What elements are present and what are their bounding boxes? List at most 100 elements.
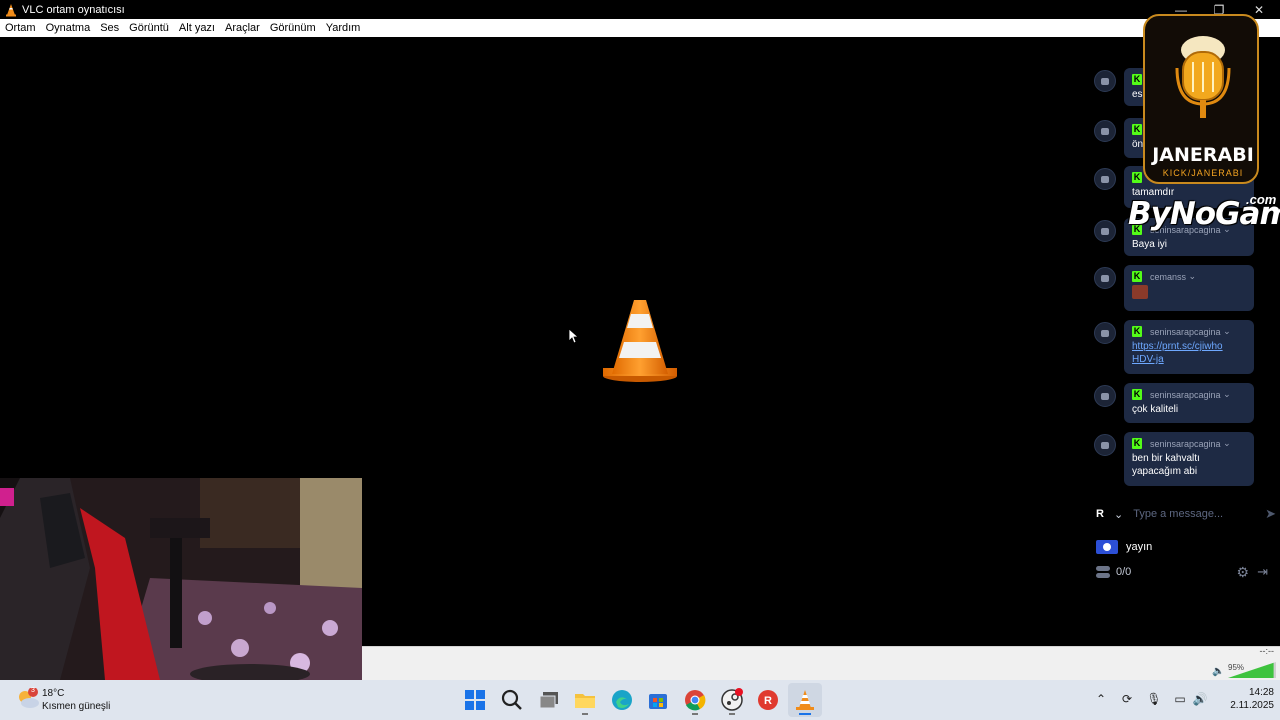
speaker-icon[interactable]: 🔊 (1192, 690, 1208, 708)
avatar (1094, 220, 1116, 242)
vlc-icon[interactable] (793, 688, 817, 712)
toggle-icon[interactable] (1096, 566, 1110, 578)
username[interactable]: seninsarapcagina (1150, 327, 1221, 337)
message-link[interactable]: https://prnt.sc/cjiwho HDV-ja (1132, 340, 1246, 366)
microphone-icon[interactable]: 🎙 (1146, 690, 1162, 708)
pinned-row: yayın (1096, 538, 1276, 556)
menu-ortam[interactable]: Ortam (0, 19, 41, 37)
running-indicator (692, 713, 698, 715)
vlc-cone-icon (603, 300, 677, 382)
watermark-com: .com (1246, 192, 1277, 207)
avatar (1094, 322, 1116, 344)
chevron-down-icon[interactable]: ⌄ (1223, 389, 1231, 400)
menu-bar: Ortam Oynatma Ses Görüntü Alt yazı Araçl… (0, 19, 1280, 37)
kick-badge-icon: K (1132, 389, 1142, 400)
bynogame-watermark: ByNoGame .com (1128, 192, 1280, 234)
logo-name: JANERABI (1152, 144, 1254, 166)
sync-icon[interactable]: ⟳ (1119, 690, 1135, 708)
kick-badge-icon: K (1132, 172, 1142, 183)
kick-badge-icon: K (1132, 438, 1142, 449)
counter-text: 0/0 (1116, 566, 1132, 578)
kick-badge-icon: K (1132, 326, 1142, 337)
message-bubble: Kcemanss ⌄ (1124, 265, 1254, 311)
running-indicator (729, 713, 735, 715)
message-text: çok kaliteli (1132, 404, 1179, 415)
edge-icon[interactable] (610, 688, 634, 712)
weather-condition: Kısmen güneşli (42, 701, 111, 712)
weather-widget[interactable]: 3 18°C Kısmen güneşli (16, 686, 136, 716)
weather-badge: 3 (31, 687, 35, 694)
store-icon[interactable] (646, 688, 670, 712)
task-view-icon[interactable] (537, 688, 561, 712)
menu-araclar[interactable]: Araçlar (220, 19, 265, 37)
menu-alt-yazi[interactable]: Alt yazı (174, 19, 220, 37)
clock-time: 14:28 (1248, 687, 1274, 698)
menu-goruntu[interactable]: Görüntü (124, 19, 174, 37)
window-title: VLC ortam oynatıcısı (22, 3, 125, 16)
send-icon[interactable]: ➤ (1265, 506, 1276, 522)
webcam-image (0, 478, 362, 680)
title-bar: VLC ortam oynatıcısı — ❐ ✕ (0, 0, 1280, 19)
volume-slider[interactable] (1228, 662, 1276, 678)
avatar (1094, 434, 1116, 456)
network-icon[interactable]: ▭ (1172, 690, 1188, 708)
volume-icon[interactable]: 🔈 (1212, 666, 1224, 677)
gear-icon[interactable]: ⚙ (1237, 564, 1250, 581)
kick-badge-icon: K (1132, 124, 1142, 135)
username[interactable]: seninsarapcagina (1150, 439, 1221, 449)
chevron-down-icon[interactable]: ⌄ (1223, 326, 1231, 337)
file-explorer-icon[interactable] (573, 688, 597, 712)
weather-icon (19, 688, 39, 708)
avatar (1094, 385, 1116, 407)
close-icon: ✕ (1253, 2, 1265, 17)
seek-bar[interactable] (362, 646, 1280, 654)
chevron-down-icon[interactable]: ⌄ (1189, 271, 1197, 282)
input-badge[interactable]: R (1096, 508, 1114, 520)
clock-date: 2.11.2025 (1230, 700, 1274, 711)
logo-subtitle: KICK/JANERABI (1162, 168, 1244, 178)
mouse-cursor-icon (568, 328, 578, 344)
steam-icon[interactable] (720, 688, 744, 712)
message-text: Baya iyi (1132, 239, 1168, 250)
start-icon[interactable] (463, 688, 487, 712)
menu-oynatma[interactable]: Oynatma (41, 19, 96, 37)
chevron-up-icon[interactable]: ⌃ (1093, 690, 1109, 708)
message-text: ben bir kahvaltı yapacağım abi (1132, 453, 1200, 477)
menu-ses[interactable]: Ses (95, 19, 124, 37)
weather-temp: 18°C (42, 688, 65, 699)
avatar (1094, 70, 1116, 92)
active-indicator (799, 713, 811, 715)
chat-message-input[interactable]: Type a message... (1133, 508, 1265, 520)
microphone-beer-icon (1175, 36, 1231, 118)
pinned-label[interactable]: yayın (1126, 541, 1152, 553)
taskbar (0, 680, 1280, 720)
chevron-down-icon[interactable]: ⌄ (1223, 438, 1231, 449)
controls-bar (362, 654, 1280, 680)
message-bubble: Kseninsarapcagina ⌄ https://prnt.sc/cjiw… (1124, 320, 1254, 374)
avatar (1094, 120, 1116, 142)
search-icon[interactable] (500, 688, 524, 712)
chrome-icon[interactable] (683, 688, 707, 712)
avatar (1094, 267, 1116, 289)
webcam-feed (0, 478, 362, 680)
exit-icon[interactable]: ⇥ (1257, 564, 1268, 580)
menu-gorunum[interactable]: Görünüm (265, 19, 321, 37)
chevron-down-icon[interactable]: ⌄ (1114, 508, 1123, 521)
counter-row: 0/0 ⚙ ⇥ (1096, 563, 1276, 581)
username[interactable]: seninsarapcagina (1150, 390, 1221, 400)
svg-text:R: R (764, 695, 772, 707)
kick-badge-icon: K (1132, 74, 1142, 85)
screen: VLC ortam oynatıcısı — ❐ ✕ Ortam Oynatma… (0, 0, 1280, 720)
running-indicator (582, 713, 588, 715)
rockstar-icon[interactable]: R (756, 688, 780, 712)
emote-image (1132, 285, 1148, 299)
vlc-app-icon (6, 3, 16, 16)
menu-yardim[interactable]: Yardım (321, 19, 366, 37)
message-bubble: Kseninsarapcagina ⌄ çok kaliteli (1124, 383, 1254, 423)
pinned-icon (1096, 540, 1118, 554)
clock[interactable]: 14:28 2.11.2025 (1226, 686, 1274, 712)
chat-input-row: R ⌄ Type a message... ➤ (1096, 504, 1276, 524)
streamer-logo: JANERABI KICK/JANERABI (1143, 14, 1259, 184)
message-bubble: Kseninsarapcagina ⌄ ben bir kahvaltı yap… (1124, 432, 1254, 486)
username[interactable]: cemanss (1150, 272, 1186, 282)
